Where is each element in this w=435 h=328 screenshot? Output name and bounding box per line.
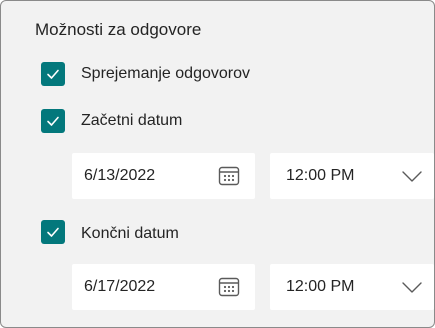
start-date-value: 6/13/2022: [84, 167, 156, 184]
calendar-icon[interactable]: [217, 275, 241, 299]
accept-responses-label: Sprejemanje odgovorov: [81, 65, 250, 82]
end-date-value: 6/17/2022: [84, 278, 156, 295]
chevron-down-icon: [402, 171, 422, 182]
end-date-label: Končni datum: [81, 225, 179, 242]
start-time-dropdown[interactable]: 12:00 PM: [270, 153, 434, 199]
chevron-down-icon: [402, 282, 422, 293]
start-date-label: Začetni datum: [81, 112, 183, 129]
checkmark-icon: [47, 69, 59, 79]
checkmark-icon: [47, 116, 59, 126]
end-date-picker[interactable]: 6/17/2022: [72, 264, 255, 310]
end-time-dropdown[interactable]: 12:00 PM: [270, 264, 434, 310]
section-title: Možnosti za odgovore: [35, 20, 202, 39]
checkmark-icon: [47, 227, 59, 237]
accept-responses-checkbox[interactable]: [41, 62, 65, 86]
calendar-icon[interactable]: [217, 164, 241, 188]
end-date-checkbox[interactable]: [41, 220, 65, 244]
start-date-picker[interactable]: 6/13/2022: [72, 153, 255, 199]
start-time-value: 12:00 PM: [286, 167, 355, 184]
response-options-panel: Možnosti za odgovore Sprejemanje odgovor…: [0, 0, 435, 328]
end-time-value: 12:00 PM: [286, 278, 355, 295]
start-date-checkbox[interactable]: [41, 109, 65, 133]
